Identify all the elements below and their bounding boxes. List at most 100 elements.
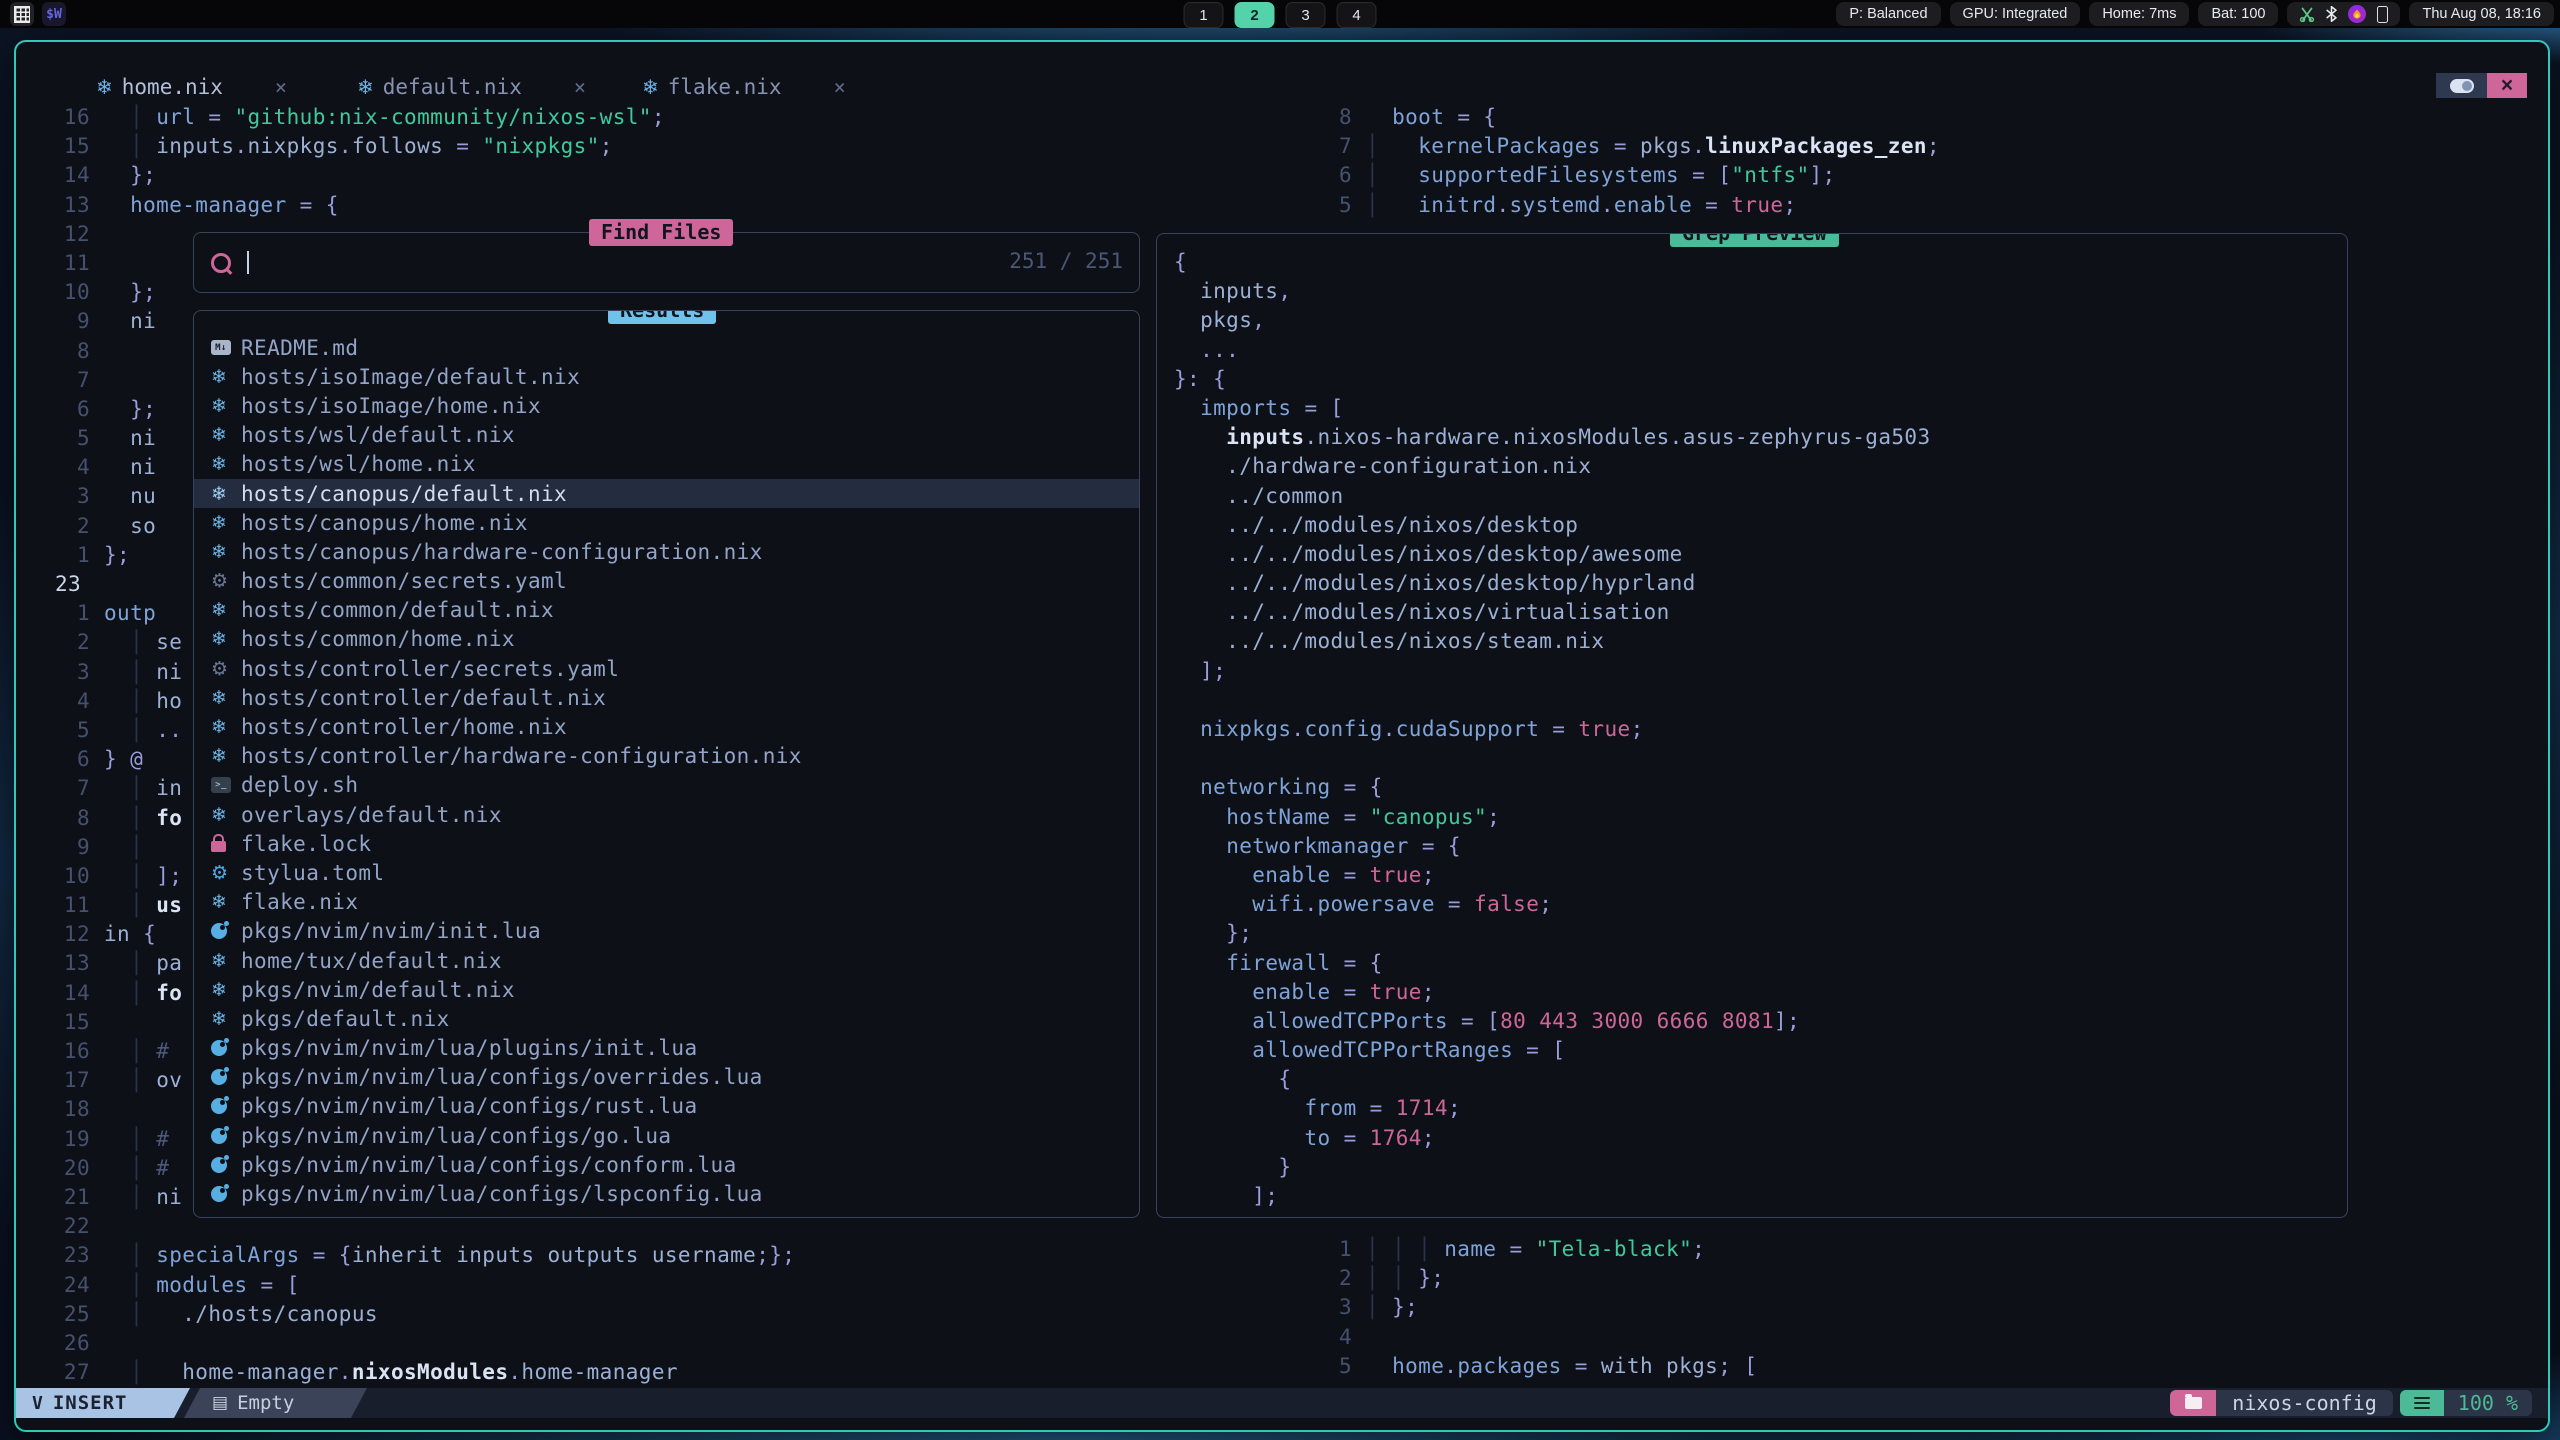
text-cursor [247,251,249,274]
line-number: 6 [30,395,90,424]
result-item[interactable]: ❄hosts/controller/default.nix [194,683,1139,712]
grid-icon [14,6,30,23]
result-item[interactable]: ❄hosts/isoImage/home.nix [194,391,1139,420]
status-pill-3[interactable]: Bat: 100 [2198,2,2278,26]
line-number: 5 [30,716,90,745]
line-number: 4 [30,687,90,716]
result-item[interactable]: ❄hosts/canopus/hardware-configuration.ni… [194,537,1139,566]
result-label: hosts/wsl/default.nix [241,423,515,447]
result-label: hosts/canopus/hardware-configuration.nix [241,540,763,564]
result-item[interactable]: ⚙hosts/controller/secrets.yaml [194,654,1139,683]
code-line: 14 }; [30,161,1150,190]
find-files-title: Find Files [589,219,733,246]
result-item[interactable]: ❄flake.nix [194,888,1139,917]
result-item[interactable]: ❄hosts/common/home.nix [194,625,1139,654]
result-item[interactable]: flake.lock [194,829,1139,858]
status-group: P: Balanced GPU: Integrated Home: 7ms Bat: … [1836,2,2554,26]
result-item[interactable]: ❄hosts/wsl/home.nix [194,450,1139,479]
tab-default.nix[interactable]: ❄default.nix× [357,70,586,104]
result-item[interactable]: ❄overlays/default.nix [194,800,1139,829]
line-number: 23 [30,570,90,599]
code-line: 23 │ specialArgs = {inherit inputs outpu… [30,1241,1150,1270]
workspace-button-2[interactable]: 2 [1235,2,1275,28]
tab-home.nix[interactable]: ❄home.nix× [96,70,287,104]
grep-preview-popup: Grep Preview { inputs, pkgs, ...}: { imp… [1156,233,2348,1218]
result-label: hosts/common/default.nix [241,598,554,622]
result-item[interactable]: pkgs/nvim/nvim/init.lua [194,917,1139,946]
launcher-group: $W [10,2,66,26]
result-item[interactable]: ❄pkgs/default.nix [194,1004,1139,1033]
line-number: 3 [30,482,90,511]
line-text: │ # [104,1154,169,1183]
workspace-switcher: 1234 [1184,2,1377,28]
result-item[interactable]: pkgs/nvim/nvim/lua/configs/conform.lua [194,1150,1139,1179]
line-number: 5 [30,424,90,453]
toggle-button[interactable] [2436,73,2487,98]
workspace-button-4[interactable]: 4 [1337,2,1377,28]
editor-pane-right-bottom[interactable]: 1│ │ │ name = "Tela-black";2│ │ };3│ };4… [1312,1235,2522,1381]
result-item[interactable]: ⚙hosts/common/secrets.yaml [194,567,1139,596]
tab-flake.nix[interactable]: ❄flake.nix× [642,70,846,104]
result-item[interactable]: pkgs/nvim/nvim/lua/configs/lspconfig.lua [194,1179,1139,1208]
workspace-button-3[interactable]: 3 [1286,2,1326,28]
result-item[interactable]: >_deploy.sh [194,771,1139,800]
result-item[interactable]: ❄hosts/wsl/default.nix [194,421,1139,450]
tab-close-icon[interactable]: × [574,75,586,99]
nix-file-icon: ❄ [211,804,227,826]
result-item[interactable]: ❄pkgs/nvim/default.nix [194,975,1139,1004]
code-line: 15 │ inputs.nixpkgs.follows = "nixpkgs"; [30,132,1150,161]
result-item[interactable]: ⚙stylua.toml [194,858,1139,887]
status-pill-0[interactable]: P: Balanced [1836,2,1940,26]
nix-file-icon: ❄ [211,745,227,767]
result-label: hosts/wsl/home.nix [241,452,476,476]
line-text: }; [104,395,156,424]
preview-line: { [1174,1065,2347,1094]
preview-line: }: { [1174,365,2347,394]
code-line: 6│ supportedFilesystems = ["ntfs"]; [1312,161,2522,190]
result-item[interactable]: ❄hosts/canopus/default.nix [194,479,1139,508]
close-button[interactable]: × [2487,73,2527,98]
editor-pane-right-top[interactable]: 8 boot = {7│ kernelPackages = pkgs.linux… [1312,103,2522,220]
line-number: 7 [30,366,90,395]
result-label: pkgs/nvim/nvim/init.lua [241,919,541,943]
line-text: │ initrd.systemd.enable = true; [1366,191,1797,220]
status-pill-2[interactable]: Home: 7ms [2089,2,2189,26]
result-label: pkgs/default.nix [241,1007,450,1031]
folder-icon-wrap [2170,1390,2216,1416]
system-tray[interactable] [2287,2,2400,26]
line-number: 24 [30,1271,90,1300]
result-item[interactable]: ❄hosts/common/default.nix [194,596,1139,625]
result-item[interactable]: ❄hosts/canopus/home.nix [194,508,1139,537]
line-text: │ # [104,1037,169,1066]
line-number: 2 [30,628,90,657]
file-icon-wrap: ❄ [211,453,241,475]
result-item[interactable]: pkgs/nvim/nvim/lua/configs/rust.lua [194,1092,1139,1121]
workspace-button-1[interactable]: 1 [1184,2,1224,28]
preview-line: inputs, [1174,277,2347,306]
results-popup: Results M↓README.md❄hosts/isoImage/defau… [193,310,1140,1218]
result-item[interactable]: M↓README.md [194,333,1139,362]
nix-file-icon: ❄ [211,716,227,738]
result-item[interactable]: pkgs/nvim/nvim/lua/plugins/init.lua [194,1034,1139,1063]
result-label: hosts/common/home.nix [241,627,515,651]
line-text: home-manager = { [104,191,339,220]
lock-file-icon [211,841,226,852]
result-item[interactable]: ❄hosts/controller/hardware-configuration… [194,742,1139,771]
file-icon-wrap: ❄ [211,745,241,767]
result-item[interactable]: pkgs/nvim/nvim/lua/configs/go.lua [194,1121,1139,1150]
tab-close-icon[interactable]: × [275,75,287,99]
tab-close-icon[interactable]: × [834,75,846,99]
status-pill-1[interactable]: GPU: Integrated [1950,2,2081,26]
result-item[interactable]: ❄home/tux/default.nix [194,946,1139,975]
line-text: │ pa [104,949,182,978]
result-item[interactable]: pkgs/nvim/nvim/lua/configs/overrides.lua [194,1063,1139,1092]
line-number: 17 [30,1066,90,1095]
workspace-overview-button[interactable]: $W [42,2,66,26]
app-grid-button[interactable] [10,2,34,26]
result-item[interactable]: ❄hosts/isoImage/default.nix [194,362,1139,391]
results-title: Results [608,310,716,324]
result-item[interactable]: ❄hosts/controller/home.nix [194,712,1139,741]
preview-line: imports = [ [1174,394,2347,423]
line-number: 4 [1312,1323,1352,1352]
clock[interactable]: Thu Aug 08, 18:16 [2409,2,2554,26]
